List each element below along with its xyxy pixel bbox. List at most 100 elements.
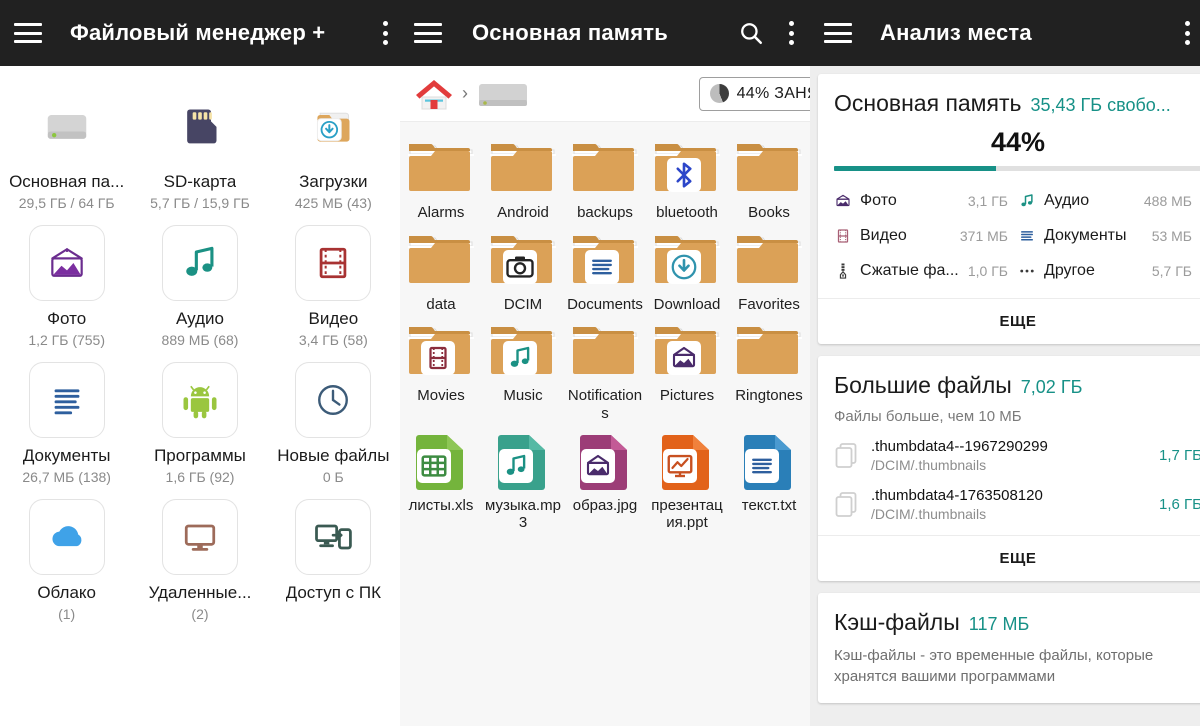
- folder-item[interactable]: Notifications: [564, 315, 646, 422]
- file-item[interactable]: листы.xls: [400, 425, 482, 532]
- file-label: bluetooth: [656, 204, 718, 221]
- folder-item[interactable]: backups: [564, 132, 646, 222]
- big-file-path: /DCIM/.thumbnails: [871, 457, 987, 473]
- home-tile-label: Видео: [308, 309, 359, 328]
- home-tile-8[interactable]: Программы 1,6 ГБ (92): [133, 362, 266, 485]
- big-files-more-button[interactable]: ЕЩЕ: [818, 535, 1200, 581]
- file-label: Favorites: [738, 295, 800, 313]
- card-cache-files: Кэш-файлы 117 МБ Кэш-файлы - это временн…: [818, 593, 1200, 704]
- home-tile-11[interactable]: Удаленные... (2): [133, 499, 266, 622]
- storage-stat-row[interactable]: Документы 53 МБ: [1018, 218, 1200, 253]
- file-item[interactable]: презентация.ppt: [646, 425, 728, 532]
- folder-icon: [569, 230, 641, 292]
- home-tile-12[interactable]: Доступ с ПК: [267, 499, 400, 622]
- home-tile-7[interactable]: Документы 26,7 МБ (138): [0, 362, 133, 485]
- home-tile-sublabel: (2): [191, 606, 209, 622]
- folder-icon: [405, 138, 477, 200]
- folder-item[interactable]: Favorites: [728, 224, 810, 314]
- file-item[interactable]: музыка.mp3: [482, 425, 564, 532]
- home-tile-label: Новые файлы: [277, 446, 390, 465]
- big-files-subtitle: Файлы больше, чем 10 МБ: [834, 408, 1022, 425]
- card-title: Большие файлы: [834, 372, 1012, 398]
- search-icon[interactable]: [738, 20, 764, 46]
- folder-item[interactable]: Books: [728, 132, 810, 222]
- hamburger-icon[interactable]: [824, 23, 852, 43]
- storage-stat-value: 3,1 ГБ: [967, 192, 1008, 209]
- big-file-row[interactable]: .thumbdata4-1763508120/DCIM/.thumbnails 1…: [818, 480, 1200, 529]
- three-panel-screenshot: Файловый менеджер + Основная па... 29,5 Г…: [0, 0, 1200, 726]
- storage-stat-row[interactable]: Другое 5,7 ГБ: [1018, 253, 1200, 288]
- file-label: текст.txt: [741, 496, 797, 514]
- home-tile-1[interactable]: Основная па... 29,5 ГБ / 64 ГБ: [0, 88, 133, 211]
- folder-item[interactable]: Movies: [400, 315, 482, 422]
- more-vert-icon[interactable]: [788, 21, 794, 45]
- folder-item[interactable]: Pictures: [646, 315, 728, 422]
- audio-icon: [1018, 192, 1035, 209]
- home-tile-3[interactable]: Загрузки 425 МБ (43): [267, 88, 400, 211]
- hard-drive-icon[interactable]: [474, 74, 532, 114]
- storage-stat-row[interactable]: Фото 3,1 ГБ: [834, 183, 1018, 218]
- folder-item[interactable]: Download: [646, 224, 728, 314]
- file-item[interactable]: образ.jpg: [564, 425, 646, 532]
- usage-chip[interactable]: 44% ЗАНЯТО: [698, 76, 810, 111]
- storage-stat-row[interactable]: Видео 371 МБ: [834, 218, 1018, 253]
- home-tile-6[interactable]: Видео 3,4 ГБ (58): [267, 225, 400, 348]
- card-big-files: Большие файлы 7,02 ГБ Файлы больше, чем …: [818, 356, 1200, 581]
- file-item[interactable]: текст.txt: [728, 425, 810, 532]
- page-title: Файловый менеджер +: [70, 20, 326, 45]
- usage-percent-label: 44%: [990, 127, 1046, 157]
- archive-icon: [834, 262, 851, 279]
- big-file-name: .thumbdata4--1967290299: [871, 438, 1048, 455]
- home-tile-2[interactable]: SD-карта 5,7 ГБ / 15,9 ГБ: [133, 88, 266, 211]
- hamburger-icon[interactable]: [14, 23, 42, 43]
- big-file-row[interactable]: .thumbdata4--1967290299/DCIM/.thumbnails…: [818, 431, 1200, 480]
- file-grid: Alarms Android backups bluetooth Books data DC…: [400, 122, 810, 532]
- home-tile-sublabel: 26,7 МБ (138): [22, 469, 111, 485]
- storage-more-button[interactable]: ЕЩЕ: [818, 298, 1200, 344]
- audio-icon: [161, 225, 238, 301]
- file-label: Music: [503, 387, 543, 405]
- folder-item[interactable]: Alarms: [400, 132, 482, 222]
- folder-icon: [487, 230, 559, 292]
- folder-item[interactable]: data: [400, 224, 482, 314]
- file-label: Movies: [417, 387, 465, 405]
- more-vert-icon[interactable]: [382, 21, 388, 45]
- folder-item[interactable]: Documents: [564, 224, 646, 314]
- folder-icon: [569, 138, 641, 200]
- big-file-text: .thumbdata4-1763508120/DCIM/.thumbnails: [871, 487, 1043, 522]
- storage-stat-value: 53 МБ: [1151, 227, 1192, 244]
- folder-item[interactable]: DCIM: [482, 224, 564, 314]
- folder-icon: [405, 230, 477, 292]
- file-label: листы.xls: [408, 496, 474, 514]
- android-icon: [161, 362, 238, 438]
- home-tile-10[interactable]: Облако (1): [0, 499, 133, 622]
- storage-stat-row[interactable]: Аудио 488 МБ: [1018, 183, 1200, 218]
- storage-stat-value: 1,0 ГБ: [967, 262, 1008, 279]
- clock-icon: [295, 362, 372, 438]
- home-icon[interactable]: [412, 74, 456, 114]
- sd-card-icon: [162, 88, 238, 164]
- hamburger-icon[interactable]: [414, 23, 442, 43]
- home-tile-sublabel: 889 МБ (68): [161, 332, 239, 348]
- storage-stat-value: 488 МБ: [1143, 192, 1192, 209]
- usage-label: 44% ЗАНЯТО: [736, 84, 810, 102]
- folder-item[interactable]: Music: [482, 315, 564, 422]
- pc-access-icon: [295, 499, 372, 575]
- file-icon: [569, 431, 641, 493]
- free-space-label: 35,43 ГБ свобо...: [1030, 95, 1171, 115]
- storage-stat-label: Фото: [860, 191, 897, 209]
- home-tile-5[interactable]: Аудио 889 МБ (68): [133, 225, 266, 348]
- file-label: Pictures: [659, 387, 715, 405]
- storage-stat-row[interactable]: Сжатые фа... 1,0 ГБ: [834, 253, 1018, 288]
- appbar-internal-storage: Основная память: [400, 0, 810, 66]
- cache-total: 117 МБ: [968, 614, 1030, 634]
- home-tile-9[interactable]: Новые файлы 0 Б: [267, 362, 400, 485]
- monitor-icon: [161, 499, 238, 575]
- file-copy-icon: [834, 442, 860, 470]
- folder-item[interactable]: Ringtones: [728, 315, 810, 422]
- folder-item[interactable]: bluetooth: [646, 132, 728, 222]
- folder-item[interactable]: Android: [482, 132, 564, 222]
- folder-icon: [405, 321, 477, 383]
- more-vert-icon[interactable]: [1184, 21, 1190, 45]
- home-tile-4[interactable]: Фото 1,2 ГБ (755): [0, 225, 133, 348]
